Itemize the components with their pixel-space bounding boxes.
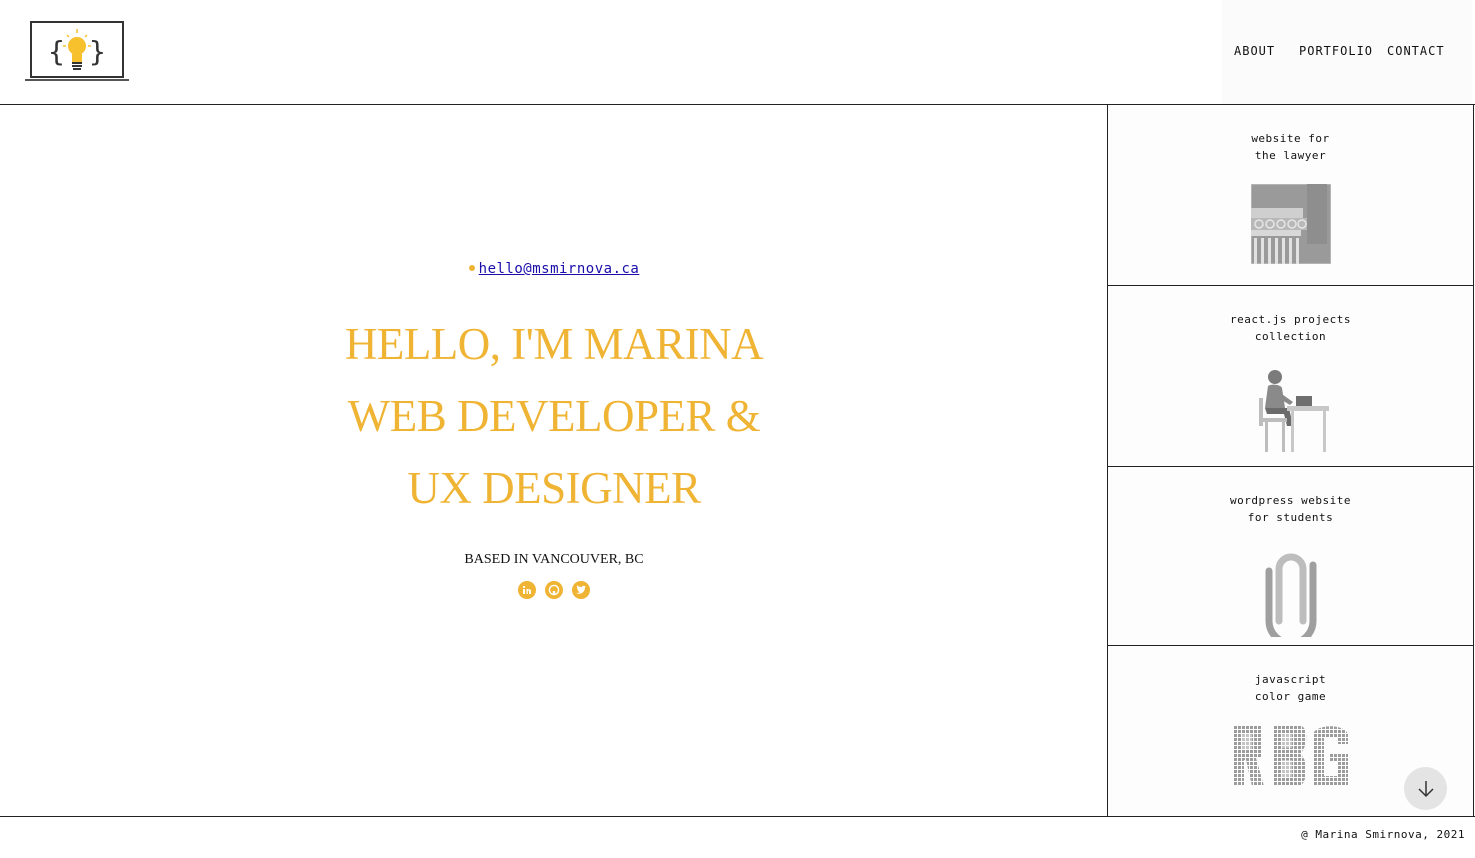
scroll-down-button[interactable] xyxy=(1404,767,1447,810)
headline-line-3: UX DESIGNER xyxy=(407,463,701,513)
nav-portfolio[interactable]: PORTFOLIO xyxy=(1299,44,1373,58)
hero-section: hello@msmirnova.ca HELLO, I'M MARINA WEB… xyxy=(0,105,1108,816)
portfolio-card-react[interactable]: react.js projects collection xyxy=(1108,286,1473,467)
social-links xyxy=(0,581,1108,599)
headline-line-1: HELLO, I'M MARINA xyxy=(344,319,764,369)
portfolio-card-wordpress[interactable]: wordpress website for students xyxy=(1108,467,1473,647)
github-icon[interactable] xyxy=(545,581,563,599)
woman-at-laptop-icon xyxy=(1251,368,1331,458)
portfolio-card-lawyer[interactable]: website for the lawyer xyxy=(1108,105,1473,286)
portfolio-card-title: react.js projects collection xyxy=(1229,313,1352,343)
email-row: hello@msmirnova.ca xyxy=(0,261,1108,277)
svg-text:{: { xyxy=(48,35,65,68)
main-nav: ABOUT PORTFOLIO CONTACT xyxy=(1222,0,1472,104)
email-dot-icon xyxy=(468,265,475,271)
nav-contact[interactable]: CONTACT xyxy=(1387,44,1445,58)
lightbulb-code-logo-icon: { } xyxy=(25,21,129,81)
copyright-text: @ Marina Smirnova, 2021 xyxy=(1301,828,1465,841)
logo[interactable]: { } xyxy=(25,21,129,83)
nav-about[interactable]: ABOUT xyxy=(1234,44,1275,58)
paperclip-icon xyxy=(1263,545,1319,647)
linkedin-icon[interactable] xyxy=(518,581,536,599)
portfolio-card-title: javascript color game xyxy=(1254,673,1327,703)
site-header: { } ABOUT PORTFOLIO CONTACT xyxy=(0,0,1475,105)
email-link[interactable]: hello@msmirnova.ca xyxy=(479,261,640,277)
site-footer: @ Marina Smirnova, 2021 xyxy=(0,816,1475,858)
location-text: BASED IN VANCOUVER, BC xyxy=(464,552,644,567)
portfolio-card-title: website for the lawyer xyxy=(1251,132,1330,162)
portfolio-sidebar: website for the lawyer react.js projects xyxy=(1108,105,1474,816)
twitter-icon[interactable] xyxy=(572,581,590,599)
portfolio-card-title: wordpress website for students xyxy=(1229,494,1352,524)
rgb-mosaic-icon xyxy=(1234,726,1348,790)
svg-text:}: } xyxy=(89,35,106,68)
arrow-down-icon xyxy=(1417,780,1434,797)
column-capital-icon xyxy=(1250,183,1332,268)
headline-line-2: WEB DEVELOPER & xyxy=(347,391,761,441)
